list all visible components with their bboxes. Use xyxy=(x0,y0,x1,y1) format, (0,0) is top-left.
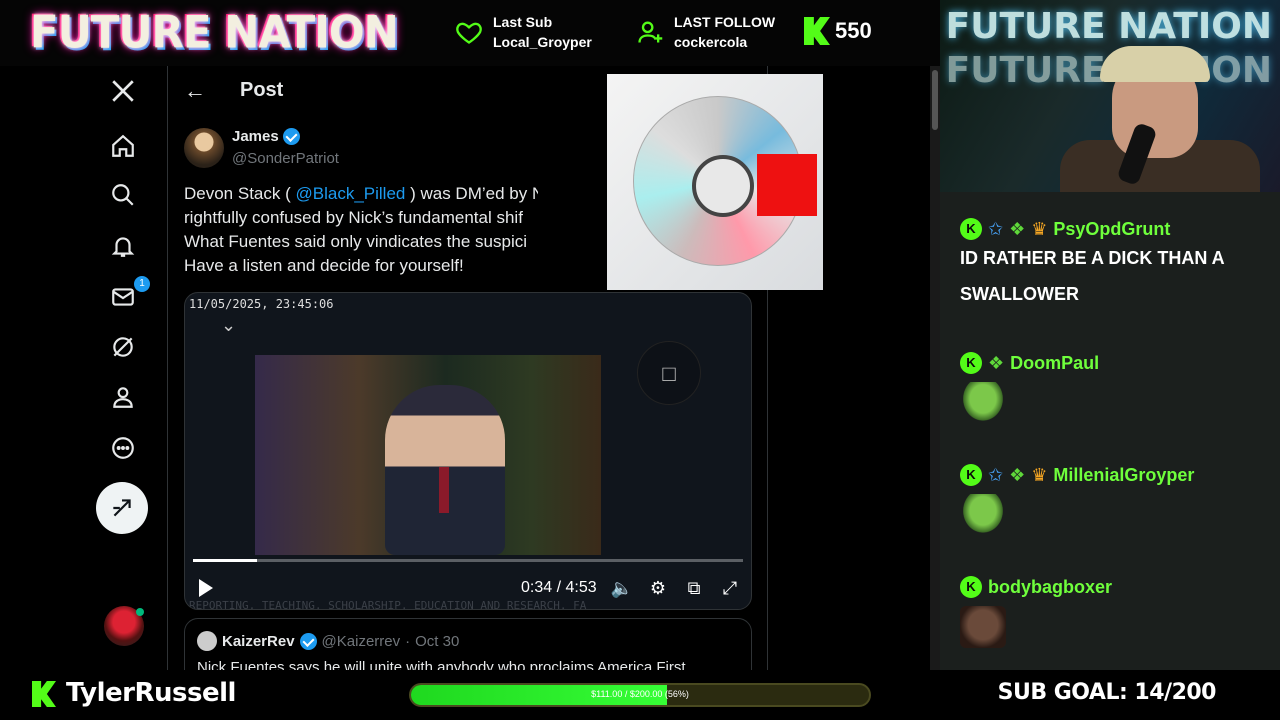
chat-message: K ✩ ❖ ♛ MillenialGroyper xyxy=(960,464,1194,536)
mention-link[interactable]: @Black_Pilled xyxy=(296,184,406,203)
compose-post-button[interactable] xyxy=(96,482,148,534)
video-timestamp: 11/05/2025, 23:45:06 xyxy=(189,297,334,311)
chat-username[interactable]: bodybagboxer xyxy=(988,577,1112,598)
mute-toggle-icon[interactable]: □ xyxy=(637,341,701,405)
red-square xyxy=(757,154,817,216)
tweet-text-part: Devon Stack ( xyxy=(184,184,296,203)
last-follow-alert: LAST FOLLOW cockercola xyxy=(636,12,775,52)
tie-shape xyxy=(439,467,449,513)
video-progress-bar[interactable] xyxy=(193,559,743,562)
chat-username[interactable]: PsyOpdGrunt xyxy=(1053,219,1170,240)
crown-badge-icon: ♛ xyxy=(1031,218,1048,239)
tweet-text-part: ) was DM’ed by N xyxy=(405,184,545,203)
video-ticker: REPORTING, TEACHING, SCHOLARSHIP, EDUCAT… xyxy=(189,599,587,610)
webcam-neon-sign: FUTURE NATION xyxy=(945,6,1272,47)
quoted-date: Oct 30 xyxy=(415,632,460,650)
video-player[interactable]: 11/05/2025, 23:45:06 ⌄ □ 0:34 / 4:53 🔈 ⚙… xyxy=(184,292,752,610)
album-art-overlay xyxy=(538,74,891,290)
separator-dot: · xyxy=(405,632,411,650)
play-icon[interactable] xyxy=(199,579,213,597)
picture-in-picture-icon[interactable]: ⧉ xyxy=(681,575,707,601)
kick-badge-icon: K xyxy=(960,352,982,374)
video-progress-fill xyxy=(193,559,258,562)
viewer-count: 550 xyxy=(835,18,872,43)
kick-badge-icon: K xyxy=(960,576,982,598)
webcam-feed: FUTURE NATION FUTURE NATION xyxy=(940,0,1280,192)
account-avatar[interactable] xyxy=(104,606,144,646)
donation-goal-bar: $111.00 / $200.00 (56%) xyxy=(409,683,871,707)
profile-icon[interactable] xyxy=(108,382,138,412)
last-sub-alert: Last Sub Local_Groyper xyxy=(455,12,592,52)
quoted-post-header: KaizerRev @Kaizerrev · Oct 30 xyxy=(197,631,459,651)
stream-top-bar: FUTURE NATION Last Sub Local_Groyper LAS… xyxy=(0,0,940,66)
last-sub-label: Last Sub xyxy=(493,14,553,30)
quoted-avatar xyxy=(197,631,217,651)
quoted-post[interactable]: KaizerRev @Kaizerrev · Oct 30 Nick Fuent… xyxy=(184,618,752,670)
gem-badge-icon: ❖ xyxy=(1009,464,1026,485)
last-follow-name: cockercola xyxy=(674,34,748,50)
gem-badge-icon: ❖ xyxy=(988,352,1005,373)
frog-emote xyxy=(960,494,1006,536)
chat-message: K ✩ ❖ ♛ PsyOpdGrunt ID RATHER BE A DICK … xyxy=(960,218,1260,312)
chat-message: K ❖ DoomPaul xyxy=(960,352,1099,424)
grok-icon[interactable] xyxy=(108,332,138,362)
sub-goal: SUB GOAL: 14/200 xyxy=(997,680,1217,705)
kick-badge-icon: K xyxy=(960,218,982,240)
back-arrow-icon[interactable]: ← xyxy=(184,78,206,104)
author-name[interactable]: James xyxy=(232,128,279,145)
brand-logo: FUTURE NATION xyxy=(30,6,399,59)
chat-username[interactable]: MillenialGroyper xyxy=(1053,465,1194,486)
volume-icon[interactable]: 🔈 xyxy=(609,575,635,601)
kick-logo-icon xyxy=(804,17,830,45)
page-title: Post xyxy=(240,79,284,101)
chat-message: K bodybagboxer xyxy=(960,576,1112,648)
online-dot xyxy=(136,608,144,616)
author-handle[interactable]: @SonderPatriot xyxy=(232,150,339,167)
sword-badge-icon: ✩ xyxy=(988,218,1004,239)
stream-bottom-bar: TylerRussell $111.00 / $200.00 (56%) SUB… xyxy=(0,670,1280,720)
x-left-nav: 1 xyxy=(96,66,152,670)
frog-emote xyxy=(960,382,1006,424)
home-icon[interactable] xyxy=(108,131,138,161)
chat-panel: K ✩ ❖ ♛ PsyOpdGrunt ID RATHER BE A DICK … xyxy=(940,192,1280,670)
x-logo-icon[interactable] xyxy=(108,76,138,106)
chat-username[interactable]: DoomPaul xyxy=(1010,353,1099,374)
bell-icon[interactable] xyxy=(108,231,138,261)
last-sub-name: Local_Groyper xyxy=(493,34,592,50)
quoted-handle: @Kaizerrev xyxy=(321,632,401,650)
chevron-down-icon[interactable]: ⌄ xyxy=(221,315,236,336)
author-avatar[interactable] xyxy=(184,128,224,168)
settings-gear-icon[interactable]: ⚙ xyxy=(645,575,671,601)
more-icon[interactable] xyxy=(108,433,138,463)
mail-icon[interactable]: 1 xyxy=(108,276,150,312)
verified-badge-icon xyxy=(282,128,300,145)
kick-badge-icon: K xyxy=(960,464,982,486)
fullscreen-icon[interactable]: ⤢ xyxy=(717,575,743,601)
scrollbar[interactable] xyxy=(930,66,940,670)
streamer-hat xyxy=(1100,46,1210,82)
last-follow-label: LAST FOLLOW xyxy=(674,14,776,30)
quoted-text: Nick Fuentes says he will unite with any… xyxy=(197,659,690,670)
video-frame xyxy=(255,355,601,555)
user-plus-icon xyxy=(638,21,663,43)
face-emote xyxy=(960,606,1006,648)
verified-badge-icon xyxy=(299,632,317,650)
gem-badge-icon: ❖ xyxy=(1009,218,1026,239)
quoted-name: KaizerRev xyxy=(222,632,295,650)
sword-badge-icon: ✩ xyxy=(988,464,1004,485)
mail-badge: 1 xyxy=(134,276,150,292)
video-time: 0:34 / 4:53 xyxy=(521,579,597,596)
author-name-row[interactable]: James xyxy=(232,128,300,145)
search-icon[interactable] xyxy=(108,180,138,210)
kick-logo-icon xyxy=(32,681,56,707)
chat-text: ID RATHER BE A DICK THAN A SWALLOWER xyxy=(960,248,1224,304)
streamer-name: TylerRussell xyxy=(66,678,236,708)
cd-case xyxy=(607,74,823,290)
scrollbar-thumb[interactable] xyxy=(932,70,938,130)
crown-badge-icon: ♛ xyxy=(1031,464,1048,485)
donation-goal-text: $111.00 / $200.00 (56%) xyxy=(591,689,689,699)
feather-icon xyxy=(113,499,131,517)
heart-icon xyxy=(456,22,482,44)
